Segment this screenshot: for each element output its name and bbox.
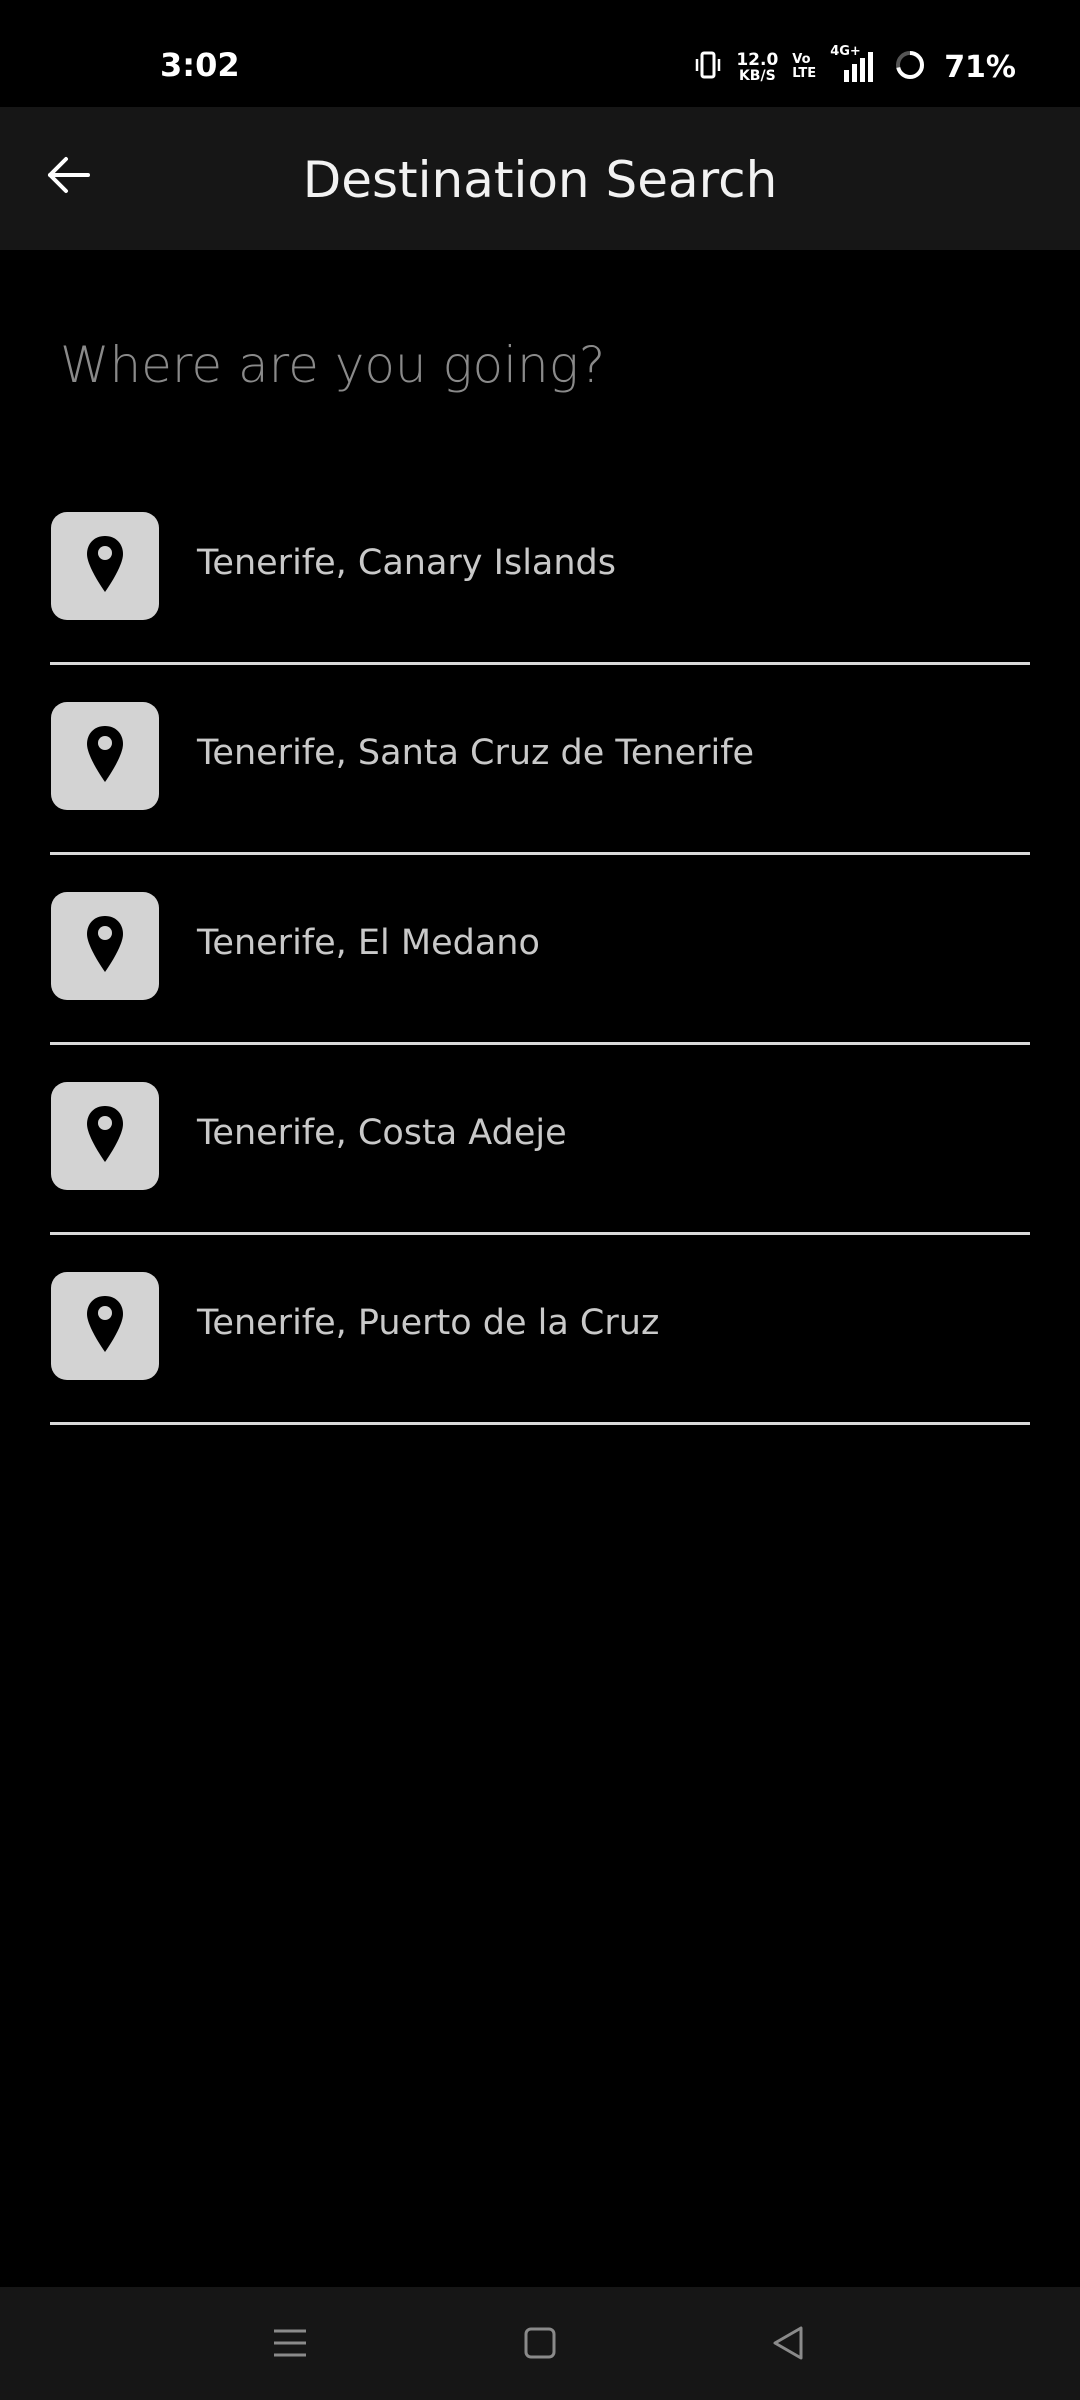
menu-icon [272, 2327, 308, 2363]
map-pin-icon [85, 724, 125, 788]
destination-label: Tenerife, Canary Islands [197, 543, 617, 583]
battery-ring-icon [894, 49, 926, 85]
destination-result-item[interactable]: Tenerife, Puerto de la Cruz [50, 1235, 1030, 1425]
destination-label: Tenerife, Costa Adeje [197, 1113, 567, 1153]
destination-label: Tenerife, Santa Cruz de Tenerife [197, 733, 755, 773]
location-icon-box [51, 702, 159, 810]
recent-apps-button[interactable] [260, 2315, 320, 2375]
network-speed: 12.0 KB/S [736, 49, 779, 84]
status-bar: 3:02 12.0 KB/S Vo LTE 4G+ 71% [0, 0, 1080, 107]
destination-result-item[interactable]: Tenerife, El Medano [50, 855, 1030, 1045]
app-bar: Destination Search [0, 107, 1080, 250]
system-navigation-bar [0, 2287, 1080, 2400]
location-icon-box [51, 892, 159, 1000]
location-icon-box [51, 1272, 159, 1380]
status-time: 3:02 [160, 46, 240, 84]
destination-search-input[interactable] [60, 325, 1020, 405]
back-nav-button[interactable] [758, 2315, 818, 2375]
page-title: Destination Search [302, 151, 778, 209]
volte-bottom: LTE [792, 66, 817, 81]
home-square-icon [523, 2326, 557, 2364]
map-pin-icon [85, 914, 125, 978]
map-pin-icon [85, 1294, 125, 1358]
destination-result-item[interactable]: Tenerife, Santa Cruz de Tenerife [50, 665, 1030, 855]
signal-icon: 4G+ [830, 44, 880, 84]
volte-top: Vo [792, 52, 811, 68]
home-button[interactable] [510, 2315, 570, 2375]
destination-result-item[interactable]: Tenerife, Costa Adeje [50, 1045, 1030, 1235]
status-icons: 12.0 KB/S Vo LTE 4G+ 71% [694, 44, 1016, 88]
map-pin-icon [85, 1104, 125, 1168]
destination-result-item[interactable]: Tenerife, Canary Islands [50, 475, 1030, 665]
destination-results-list: Tenerife, Canary Islands Tenerife, Santa… [50, 475, 1030, 1425]
battery-percentage: 71% [944, 49, 1016, 85]
back-triangle-icon [771, 2325, 805, 2365]
network-speed-unit: KB/S [738, 67, 776, 84]
map-pin-icon [85, 534, 125, 598]
location-icon-box [51, 512, 159, 620]
destination-label: Tenerife, Puerto de la Cruz [197, 1303, 660, 1343]
vibrate-icon [694, 50, 722, 84]
location-icon-box [51, 1082, 159, 1190]
volte-indicator: Vo LTE [792, 53, 816, 80]
destination-label: Tenerife, El Medano [197, 923, 540, 963]
network-speed-value: 12.0 [736, 49, 779, 70]
